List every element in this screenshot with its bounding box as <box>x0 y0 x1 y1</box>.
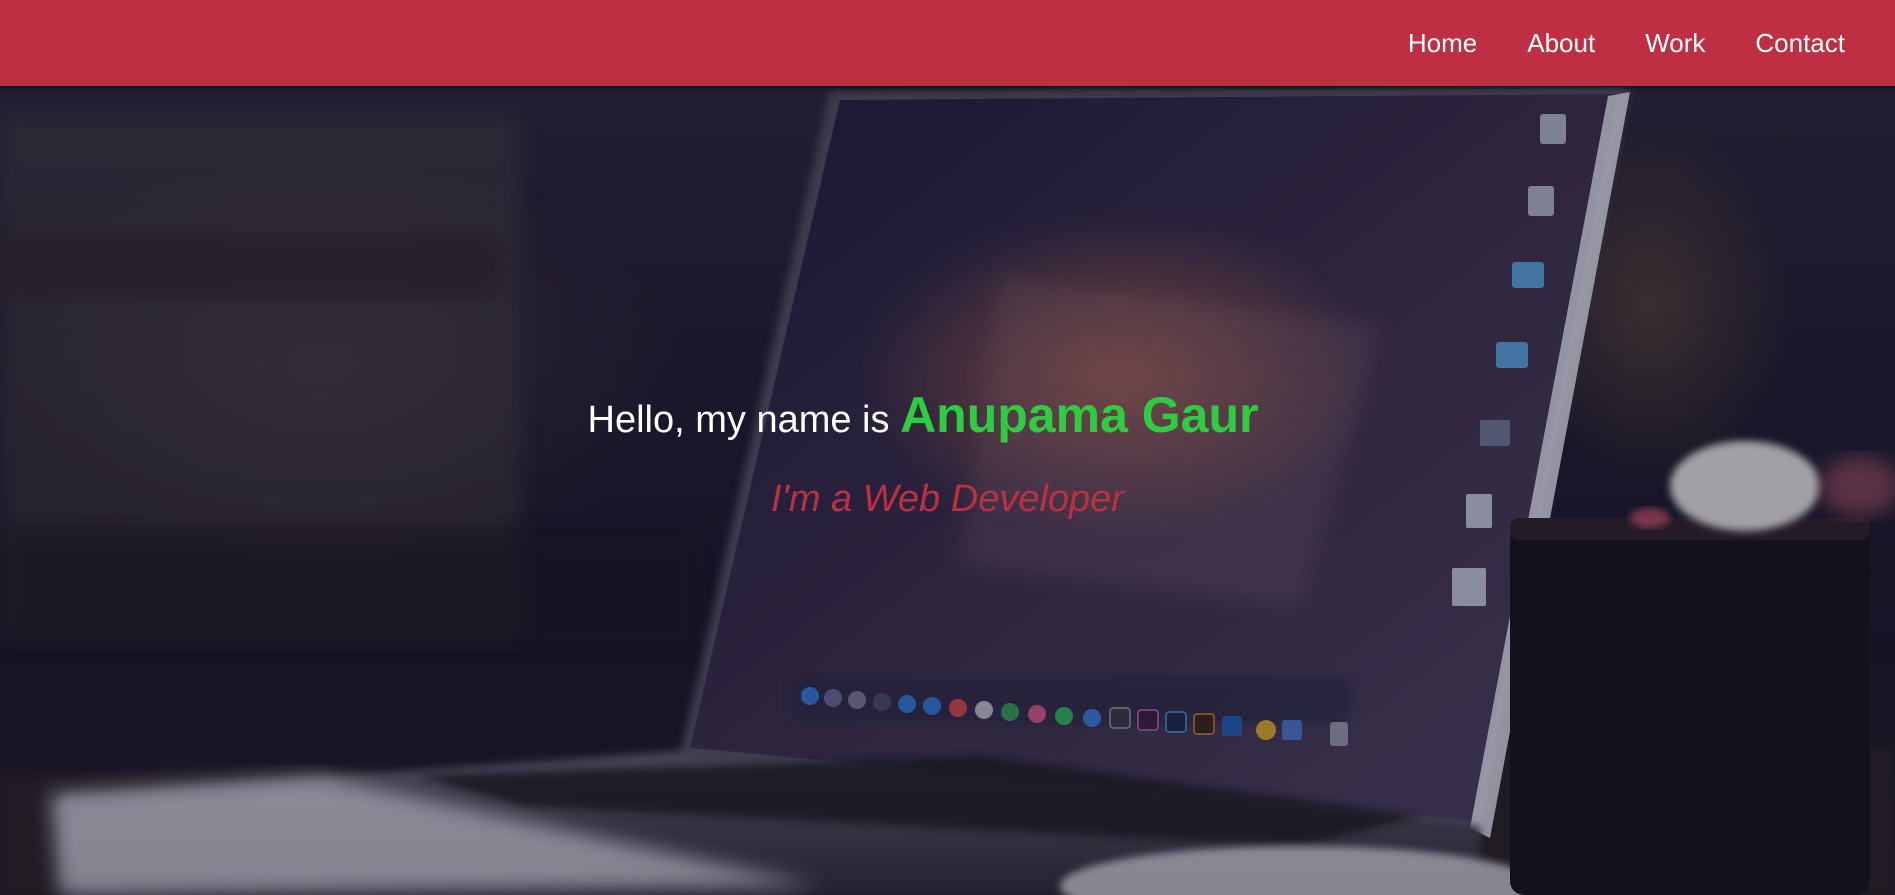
nav-link-work[interactable]: Work <box>1645 28 1705 59</box>
hero-section: Hello, my name is Anupama Gaur I'm a Web… <box>0 86 1895 895</box>
nav-link-home[interactable]: Home <box>1408 28 1477 59</box>
hero-heading: Hello, my name is Anupama Gaur <box>0 386 1895 444</box>
nav-links: Home About Work Contact <box>1408 0 1845 86</box>
navbar: Home About Work Contact <box>0 0 1895 86</box>
nav-link-contact[interactable]: Contact <box>1755 28 1845 59</box>
nav-link-about[interactable]: About <box>1527 28 1595 59</box>
hero-name: Anupama Gaur <box>900 387 1259 443</box>
hero-greeting: Hello, my name is <box>587 399 901 441</box>
hero-tagline: I'm a Web Developer <box>771 478 1124 520</box>
